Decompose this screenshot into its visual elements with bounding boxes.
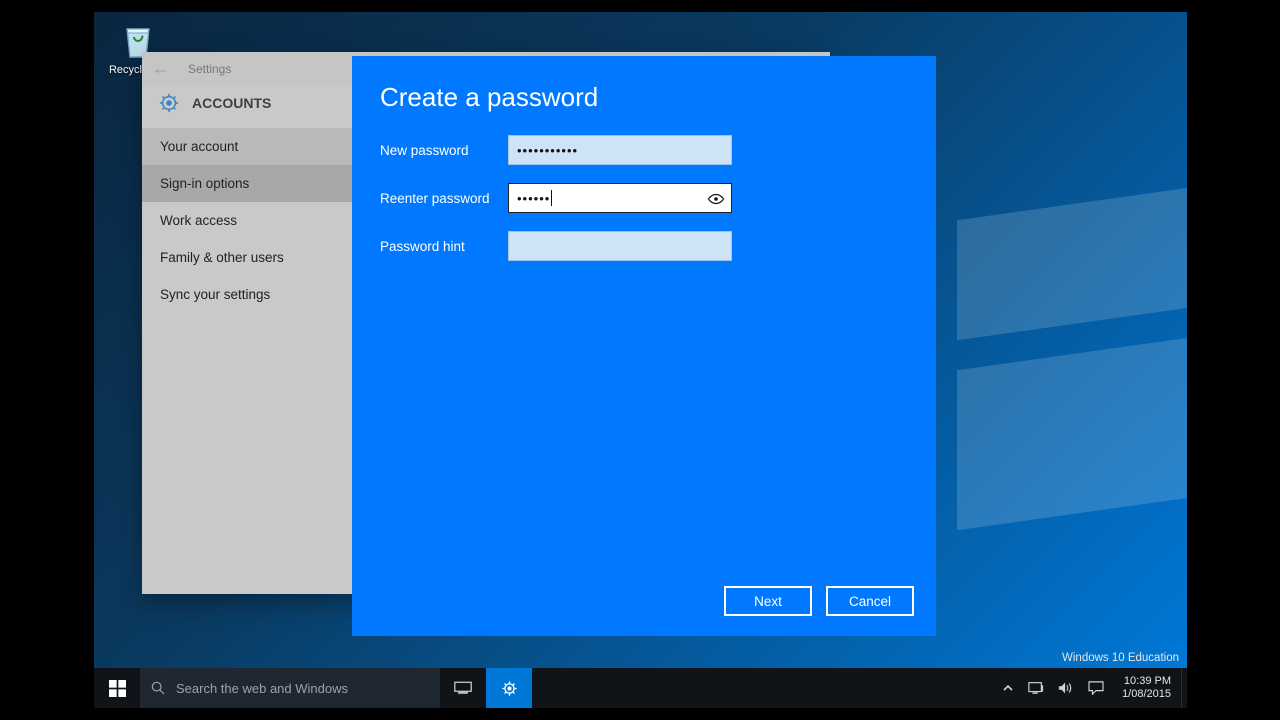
sidebar-item-label: Family & other users bbox=[160, 250, 284, 265]
modal-title: Create a password bbox=[380, 82, 908, 113]
taskbar-search[interactable]: Search the web and Windows bbox=[140, 668, 440, 708]
gear-icon bbox=[501, 680, 518, 697]
new-password-value: ••••••••••• bbox=[517, 143, 578, 158]
start-button[interactable] bbox=[94, 668, 140, 708]
desktop-screen: Recycle Bin ← Settings ACCOUNTS Your acc… bbox=[94, 12, 1187, 668]
new-password-label: New password bbox=[380, 143, 508, 158]
sidebar-item-label: Sync your settings bbox=[160, 287, 270, 302]
tray-chevron-up-icon[interactable] bbox=[1002, 682, 1014, 694]
reenter-password-value: •••••• bbox=[517, 191, 550, 206]
password-hint-field[interactable] bbox=[508, 231, 732, 261]
reveal-password-icon[interactable] bbox=[707, 190, 725, 208]
next-button[interactable]: Next bbox=[724, 586, 812, 616]
show-desktop-button[interactable] bbox=[1181, 668, 1187, 708]
clock-date: 1/08/2015 bbox=[1122, 688, 1171, 701]
settings-section-title-text: ACCOUNTS bbox=[192, 95, 271, 111]
taskbar: Search the web and Windows 10:39 PM 1/08… bbox=[94, 668, 1187, 708]
reenter-password-label: Reenter password bbox=[380, 191, 508, 206]
settings-header-title: Settings bbox=[188, 62, 231, 76]
new-password-field[interactable]: ••••••••••• bbox=[508, 135, 732, 165]
action-center-icon[interactable] bbox=[1088, 681, 1104, 695]
task-view-button[interactable] bbox=[440, 668, 486, 708]
edition-watermark: Windows 10 Education bbox=[1062, 652, 1179, 664]
cancel-button[interactable]: Cancel bbox=[826, 586, 914, 616]
search-placeholder: Search the web and Windows bbox=[176, 681, 348, 696]
sidebar-item-label: Work access bbox=[160, 213, 237, 228]
password-hint-label: Password hint bbox=[380, 239, 508, 254]
reenter-password-field[interactable]: •••••• bbox=[508, 183, 732, 213]
sidebar-item-label: Your account bbox=[160, 139, 238, 154]
create-password-modal: Create a password New password •••••••••… bbox=[352, 56, 936, 636]
taskbar-app-settings[interactable] bbox=[486, 668, 532, 708]
network-icon[interactable] bbox=[1028, 681, 1044, 695]
system-tray bbox=[994, 668, 1112, 708]
back-button[interactable]: ← bbox=[148, 58, 174, 79]
task-view-icon bbox=[454, 681, 472, 695]
gear-icon bbox=[158, 92, 180, 114]
sidebar-item-label: Sign-in options bbox=[160, 176, 249, 191]
clock-time: 10:39 PM bbox=[1122, 675, 1171, 688]
taskbar-clock[interactable]: 10:39 PM 1/08/2015 bbox=[1112, 668, 1181, 708]
search-icon bbox=[150, 680, 166, 696]
volume-icon[interactable] bbox=[1058, 681, 1074, 695]
